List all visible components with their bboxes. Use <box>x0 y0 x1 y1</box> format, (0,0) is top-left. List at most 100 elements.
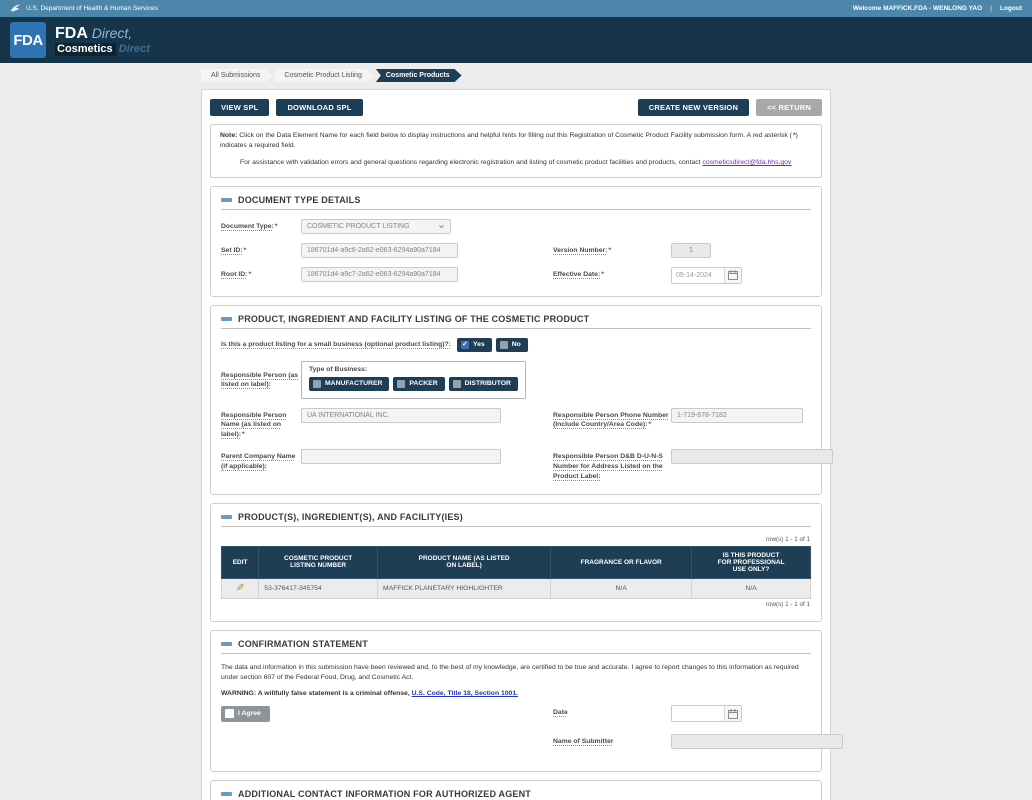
cell-product-name: MAFFICK PLANETARY HIGHLIGHTER <box>378 578 551 598</box>
unchecked-checkbox-icon <box>453 380 461 388</box>
effective-date-label: Effective Date:* <box>553 267 671 280</box>
note-line1: Note: Click on the Data Element Name for… <box>220 131 812 151</box>
section-header: ADDITIONAL CONTACT INFORMATION FOR AUTHO… <box>221 789 811 800</box>
row-count-bottom: row(s) 1 - 1 of 1 <box>222 601 810 608</box>
section-header: DOCUMENT TYPE DETAILS <box>221 195 811 210</box>
table-row: ✎ 53-376417-345754 MAFFICK PLANETARY HIG… <box>222 578 811 598</box>
app-banner: FDA FDA Direct, Cosmetics Direct <box>0 17 1032 63</box>
toolbar-spacer <box>370 99 631 116</box>
document-type-select[interactable]: COSMETIC PRODUCT LISTING <box>301 219 451 234</box>
effective-date-field[interactable] <box>672 268 724 283</box>
collapse-icon[interactable] <box>221 792 232 796</box>
collapse-icon[interactable] <box>221 317 232 321</box>
note-label: Note: <box>220 132 237 139</box>
root-id-field[interactable] <box>301 267 458 282</box>
calendar-icon[interactable] <box>724 706 741 721</box>
header-professional-use: IS THIS PRODUCT FOR PROFESSIONAL USE ONL… <box>692 546 811 578</box>
agency-title: U.S. Department of Health & Human Servic… <box>26 5 158 12</box>
us-code-link[interactable]: U.S. Code, Title 18, Section 1001. <box>412 690 518 697</box>
app-title-fda: FDA <box>55 25 87 42</box>
edit-pencil-icon[interactable]: ✎ <box>236 583 244 594</box>
breadcrumb-cosmetic-products[interactable]: Cosmetic Products <box>376 69 462 82</box>
small-business-label: Is this a product listing for a small bu… <box>221 340 451 350</box>
section-products-ingredients-facilities: PRODUCT(S), INGREDIENT(S), AND FACILITY(… <box>210 503 822 622</box>
view-spl-button[interactable]: VIEW SPL <box>210 99 269 116</box>
hhs-topbar: U.S. Department of Health & Human Servic… <box>0 0 1032 17</box>
note-box: Note: Click on the Data Element Name for… <box>210 124 822 178</box>
section-title: CONFIRMATION STATEMENT <box>238 639 368 649</box>
toolbar: VIEW SPL DOWNLOAD SPL CREATE NEW VERSION… <box>210 99 822 116</box>
warning-text: WARNING: A willfully false statement is … <box>221 690 811 697</box>
unchecked-checkbox-icon <box>397 380 405 388</box>
distributor-checkbox[interactable]: DISTRIBUTOR <box>449 377 518 391</box>
responsible-person-label: Responsible Person (as listed on label): <box>221 361 301 391</box>
breadcrumb: All Submissions Cosmetic Product Listing… <box>201 69 831 82</box>
support-email-link[interactable]: cosmeticsdirect@fda.hhs.gov <box>702 159 791 166</box>
root-id-label: Root ID:* <box>221 267 301 280</box>
hhs-eagle-icon <box>10 3 21 14</box>
manufacturer-checkbox[interactable]: MANUFACTURER <box>309 377 389 391</box>
section-header: PRODUCT(S), INGREDIENT(S), AND FACILITY(… <box>221 512 811 527</box>
app-subtitle-cosmetics: Cosmetics <box>55 43 116 56</box>
responsible-person-name-field[interactable] <box>301 408 501 423</box>
return-button[interactable]: << RETURN <box>756 99 822 116</box>
agree-container: I Agree <box>221 705 553 761</box>
section-title: DOCUMENT TYPE DETAILS <box>238 195 361 205</box>
name-of-submitter-label: Name of Submitter <box>553 734 671 747</box>
yes-checkbox[interactable]: Yes <box>457 338 492 352</box>
effective-date-group <box>671 267 742 284</box>
responsible-person-phone-label: Responsible Person Phone Number (Include… <box>553 408 671 431</box>
chevron-down-icon <box>438 223 445 230</box>
cell-listing-number: 53-376417-345754 <box>259 578 378 598</box>
create-new-version-button[interactable]: CREATE NEW VERSION <box>638 99 749 116</box>
header-edit: EDIT <box>222 546 259 578</box>
collapse-icon[interactable] <box>221 198 232 202</box>
section-header: PRODUCT, INGREDIENT AND FACILITY LISTING… <box>221 314 811 329</box>
date-field[interactable] <box>672 706 724 721</box>
parent-company-name-label: Parent Company Name (if applicable): <box>221 449 301 472</box>
section-header: CONFIRMATION STATEMENT <box>221 639 811 654</box>
responsible-person-name-label: Responsible Person Name (as listed on la… <box>221 408 301 441</box>
document-type-label: Document Type:* <box>221 219 301 232</box>
responsible-person-phone-field[interactable] <box>671 408 803 423</box>
app-subtitle-direct: Direct <box>119 43 150 55</box>
table-header-row: EDIT COSMETIC PRODUCT LISTING NUMBER PRO… <box>222 546 811 578</box>
section-confirmation-statement: CONFIRMATION STATEMENT The data and info… <box>210 630 822 772</box>
date-label: Date <box>553 705 671 718</box>
packer-checkbox[interactable]: PACKER <box>393 377 444 391</box>
app-title: FDA Direct, Cosmetics Direct <box>55 26 150 55</box>
breadcrumb-cosmetic-product-listing[interactable]: Cosmetic Product Listing <box>274 69 373 82</box>
duns-number-field[interactable] <box>671 449 833 464</box>
logout-link[interactable]: Logout <box>1000 5 1022 12</box>
collapse-icon[interactable] <box>221 515 232 519</box>
collapse-icon[interactable] <box>221 642 232 646</box>
name-of-submitter-field[interactable] <box>671 734 843 749</box>
note-line2: For assistance with validation errors an… <box>220 158 812 168</box>
section-title: ADDITIONAL CONTACT INFORMATION FOR AUTHO… <box>238 789 531 799</box>
section-title: PRODUCT, INGREDIENT AND FACILITY LISTING… <box>238 314 589 324</box>
header-fragrance: FRAGRANCE OR FLAVOR <box>551 546 692 578</box>
set-id-field[interactable] <box>301 243 458 258</box>
section-title: PRODUCT(S), INGREDIENT(S), AND FACILITY(… <box>238 512 463 522</box>
page-body: All Submissions Cosmetic Product Listing… <box>0 63 1032 800</box>
date-group <box>671 705 742 722</box>
breadcrumb-all-submissions[interactable]: All Submissions <box>201 69 272 82</box>
type-of-business-label: Type of Business: <box>309 366 518 373</box>
type-of-business-box: Type of Business: MANUFACTURER PACKER DI… <box>301 361 526 399</box>
i-agree-checkbox[interactable]: I Agree <box>221 706 270 722</box>
section-product-ingredient-facility-listing: PRODUCT, INGREDIENT AND FACILITY LISTING… <box>210 305 822 495</box>
parent-company-name-field[interactable] <box>301 449 501 464</box>
section-document-type-details: DOCUMENT TYPE DETAILS Document Type:* CO… <box>210 186 822 297</box>
calendar-icon[interactable] <box>724 268 741 283</box>
version-number-label: Version Number:* <box>553 243 671 256</box>
download-spl-button[interactable]: DOWNLOAD SPL <box>276 99 362 116</box>
version-number-field[interactable] <box>671 243 711 258</box>
welcome-text: Welcome MAFFICK.FDA - WENLONG YAO <box>853 5 982 12</box>
row-count-top: row(s) 1 - 1 of 1 <box>222 536 810 543</box>
unchecked-checkbox-icon <box>313 380 321 388</box>
form-card: VIEW SPL DOWNLOAD SPL CREATE NEW VERSION… <box>201 89 831 800</box>
fda-logo: FDA <box>10 22 46 58</box>
cell-professional-use: N/A <box>692 578 811 598</box>
duns-number-label: Responsible Person D&B D-U-N-S Number fo… <box>553 449 671 482</box>
no-checkbox[interactable]: No <box>496 338 528 352</box>
